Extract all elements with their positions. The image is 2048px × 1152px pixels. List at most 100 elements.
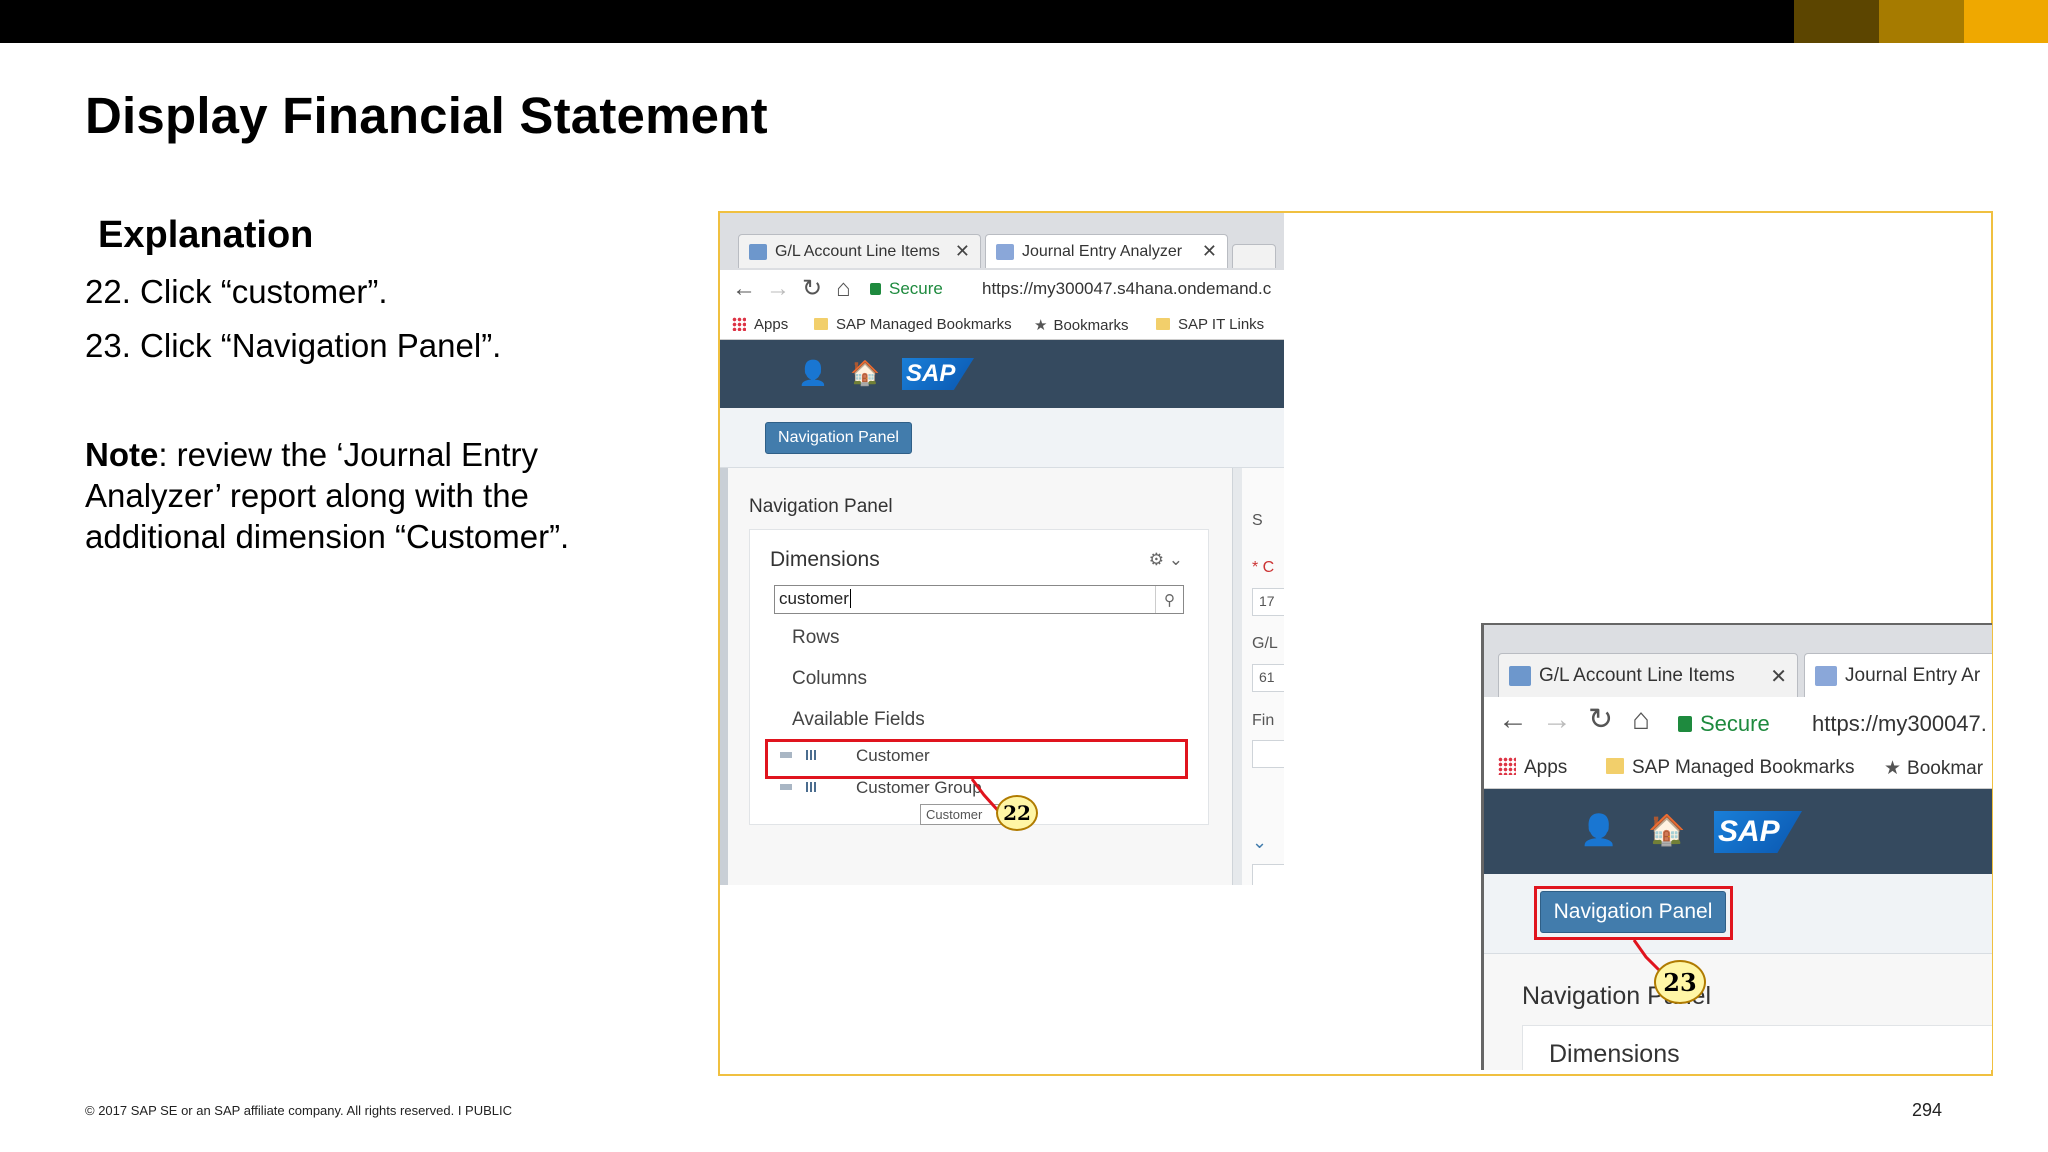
field-tooltip: Customer	[920, 804, 1002, 825]
pane-splitter[interactable]	[1232, 468, 1242, 885]
bookmark-apps[interactable]: Apps	[1498, 757, 1567, 779]
accent-block-dark	[1794, 0, 1879, 43]
lock-icon	[870, 283, 881, 295]
bookmark-bookmarks[interactable]: ★ Bookmarks	[1034, 316, 1128, 334]
close-icon[interactable]: ✕	[955, 241, 970, 262]
pane-side-strip	[720, 468, 728, 885]
tab-label: G/L Account Line Items	[1539, 664, 1735, 686]
copyright-footer: © 2017 SAP SE or an SAP affiliate compan…	[85, 1103, 513, 1118]
tab-label: Journal Entry Analyzer	[1022, 242, 1183, 260]
bookmark-sap-managed[interactable]: SAP Managed Bookmarks	[1606, 757, 1855, 779]
url-field[interactable]: https://my300047.s4hana.ondemand.c	[982, 279, 1271, 299]
folder-icon	[1606, 758, 1624, 774]
star-icon: ★	[1884, 758, 1902, 779]
group-rows[interactable]: Rows	[792, 627, 840, 649]
bookmark-sap-managed[interactable]: SAP Managed Bookmarks	[814, 316, 1012, 333]
forward-arrow-icon[interactable]: →	[1542, 705, 1572, 735]
bookmark-label: Apps	[754, 316, 789, 333]
navigation-panel-label: Navigation Panel	[749, 496, 893, 517]
bookmark-label: Bookmar	[1907, 758, 1984, 779]
settings-dropdown-icon[interactable]: ⚙ ⌄	[1149, 550, 1183, 570]
highlight-customer-box	[765, 739, 1188, 779]
bookmarks-bar: Apps SAP Managed Bookmarks ★ Bookmar	[1484, 747, 1992, 789]
step-22: 22. Click “customer”.	[85, 273, 388, 310]
secure-indicator[interactable]: Secure	[1678, 711, 1770, 737]
lock-icon	[1678, 716, 1692, 732]
tab-label: G/L Account Line Items	[775, 242, 940, 260]
search-value: customer	[779, 589, 849, 608]
address-bar: ← → ↻ ⌂ Secure https://my300047.s4hana.o…	[720, 270, 1284, 308]
user-icon[interactable]: 👤	[1580, 813, 1617, 848]
dimension-search-input[interactable]: customer ⚲	[774, 585, 1184, 614]
filter-input-3[interactable]	[1252, 740, 1284, 768]
dimensions-title: Dimensions	[1549, 1040, 1680, 1068]
forward-arrow-icon[interactable]: →	[766, 276, 790, 302]
highlight-navigation-panel-box	[1534, 886, 1733, 940]
filter-icon-button[interactable]	[1252, 864, 1284, 885]
reload-icon[interactable]: ↻	[1588, 705, 1613, 735]
dimensions-card: Dimensions	[1522, 1025, 1992, 1070]
bookmark-bookmarks[interactable]: ★ Bookmar	[1884, 757, 1983, 780]
home-icon[interactable]: ⌂	[836, 276, 851, 302]
tab-journal-entry-analyzer[interactable]: Journal Entry Analyzer ✕	[985, 234, 1228, 268]
browser-tab-bar: G/L Account Line Items ✕ Journal Entry A…	[1484, 625, 1992, 697]
sap-logo[interactable]: SAP	[902, 358, 974, 390]
field-customer-group[interactable]: Customer Group	[770, 775, 1188, 803]
tab-journal-entry-analyzer[interactable]: Journal Entry Ar	[1804, 653, 1992, 697]
back-arrow-icon[interactable]: ←	[732, 276, 756, 302]
home-icon[interactable]: 🏠	[850, 359, 880, 388]
bookmarks-bar: Apps SAP Managed Bookmarks ★ Bookmarks SA…	[720, 308, 1284, 340]
navigation-panel-button[interactable]: Navigation Panel	[765, 422, 912, 454]
close-icon[interactable]: ✕	[1202, 241, 1217, 262]
dimensions-card: Dimensions ⚙ ⌄ customer ⚲ Rows Columns A…	[749, 529, 1209, 825]
slide-title: Display Financial Statement	[85, 87, 768, 144]
analyzer-icon	[1815, 665, 1837, 686]
filter-input-1[interactable]: 17	[1252, 588, 1284, 616]
bookmark-label: SAP Managed Bookmarks	[1632, 757, 1855, 778]
back-arrow-icon[interactable]: ←	[1498, 705, 1528, 735]
drag-handle-icon[interactable]	[780, 784, 792, 790]
group-columns[interactable]: Columns	[792, 668, 867, 690]
search-icon[interactable]: ⚲	[1155, 586, 1183, 613]
top-bar	[0, 0, 2048, 43]
accent-block-light	[1964, 0, 2048, 43]
step-23: 23. Click “Navigation Panel”.	[85, 327, 502, 364]
filter-label-fin: Fin	[1252, 712, 1275, 729]
bookmark-label: SAP Managed Bookmarks	[836, 316, 1012, 333]
bookmark-apps[interactable]: Apps	[732, 316, 788, 333]
bookmark-label: Bookmarks	[1053, 317, 1129, 334]
home-icon[interactable]: ⌂	[1632, 705, 1650, 735]
tab-gl-account-line-items[interactable]: G/L Account Line Items ✕	[1498, 653, 1798, 697]
report-icon	[1509, 665, 1531, 686]
filter-label-gl: G/L	[1252, 635, 1278, 652]
screenshot-navigation-panel-zoom: G/L Account Line Items ✕ Journal Entry A…	[1481, 623, 1992, 1070]
tab-label: Journal Entry Ar	[1845, 664, 1981, 686]
report-icon	[749, 243, 767, 260]
text-cursor	[849, 589, 851, 608]
close-icon[interactable]: ✕	[1770, 664, 1787, 689]
secure-label: Secure	[889, 279, 943, 298]
explanation-heading: Explanation	[98, 214, 314, 256]
home-icon[interactable]: 🏠	[1648, 813, 1685, 848]
apps-grid-icon	[732, 317, 746, 331]
sap-logo[interactable]: SAP	[1714, 811, 1802, 853]
filter-input-2[interactable]: 61	[1252, 664, 1284, 692]
toolbar-area: Navigation Panel	[720, 408, 1284, 468]
group-available-fields[interactable]: Available Fields	[792, 709, 925, 731]
bookmark-sap-it-links[interactable]: SAP IT Links	[1156, 316, 1264, 333]
user-icon[interactable]: 👤	[798, 359, 828, 388]
chevron-down-icon[interactable]: ⌄	[1252, 832, 1267, 853]
note-label: Note	[85, 436, 159, 473]
note-paragraph: Note: review the ‘Journal Entry Analyzer…	[85, 434, 645, 557]
new-tab-button[interactable]	[1232, 244, 1276, 268]
column-icon	[806, 782, 816, 792]
reload-icon[interactable]: ↻	[802, 276, 822, 302]
address-bar: ← → ↻ ⌂ Secure https://my300047.	[1484, 697, 1992, 747]
screenshot-journal-entry-analyzer: G/L Account Line Items ✕ Journal Entry A…	[720, 213, 1284, 885]
dimensions-title: Dimensions	[770, 548, 880, 571]
filter-label-s: S	[1252, 512, 1263, 529]
secure-indicator[interactable]: Secure	[870, 279, 943, 299]
url-field[interactable]: https://my300047.	[1812, 711, 1987, 737]
tab-gl-account-line-items[interactable]: G/L Account Line Items ✕	[738, 234, 981, 268]
field-label: Customer Group	[856, 778, 982, 797]
